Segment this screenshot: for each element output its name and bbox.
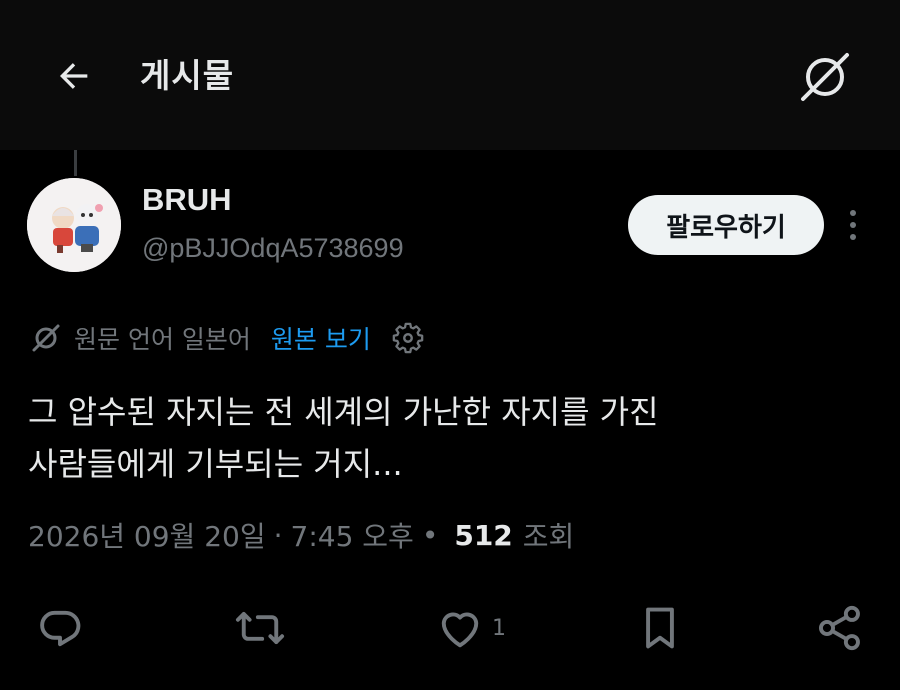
- repost-icon: [235, 611, 285, 645]
- like-count: 1: [492, 615, 506, 641]
- grok-button[interactable]: [796, 48, 854, 106]
- heart-icon: [441, 612, 479, 648]
- more-dots-icon: [850, 210, 856, 216]
- follow-button[interactable]: 팔로우하기: [628, 195, 824, 255]
- show-original-link[interactable]: 원본 보기: [271, 320, 371, 356]
- more-options-button[interactable]: [838, 205, 868, 245]
- translation-note: 원문 언어 일본어: [74, 325, 251, 354]
- share-button[interactable]: [814, 598, 866, 658]
- user-handle[interactable]: @pBJJOdqA5738699: [142, 233, 404, 264]
- thread-connector: [74, 150, 77, 176]
- bookmark-button[interactable]: [634, 598, 686, 658]
- more-dots-icon: [850, 222, 856, 228]
- grok-translate-icon: [32, 324, 60, 352]
- tweet-text: 그 압수된 자지는 전 세계의 가난한 자지를 가진 사람들에게 기부되는 거지…: [28, 386, 868, 490]
- reply-button[interactable]: [34, 598, 86, 658]
- bookmark-icon: [646, 607, 674, 649]
- separator-dot: •: [421, 518, 439, 552]
- action-bar: 1: [0, 598, 900, 658]
- share-icon: [818, 605, 860, 651]
- back-button[interactable]: [50, 52, 98, 100]
- gear-icon[interactable]: [391, 321, 425, 355]
- view-count: 512: [454, 518, 513, 552]
- tweet-text-line: 그 압수된 자지는 전 세계의 가난한 자지를 가진: [28, 393, 659, 431]
- view-label: 조회: [522, 520, 575, 553]
- post-date[interactable]: 2026년 09월 20일: [28, 515, 266, 555]
- translation-bar: 원문 언어 일본어 원본 보기: [30, 316, 425, 360]
- like-button[interactable]: 1: [434, 598, 506, 658]
- tweet-meta: 2026년 09월 20일 · 7:45 오후 • 512 조회: [28, 515, 574, 555]
- display-name[interactable]: BRUH: [142, 182, 232, 218]
- reply-icon: [40, 610, 81, 647]
- top-bar: 게시물: [0, 0, 900, 150]
- grok-icon: [801, 53, 849, 101]
- avatar-image: [27, 178, 121, 272]
- more-dots-icon: [850, 234, 856, 240]
- arrow-left-icon: [60, 63, 88, 89]
- repost-button[interactable]: [234, 598, 286, 658]
- separator-dot: ·: [273, 518, 283, 552]
- page-title: 게시물: [140, 56, 235, 95]
- post-time[interactable]: 7:45 오후: [291, 515, 414, 555]
- avatar[interactable]: [27, 178, 121, 272]
- tweet-text-line: 사람들에게 기부되는 거지...: [28, 445, 403, 483]
